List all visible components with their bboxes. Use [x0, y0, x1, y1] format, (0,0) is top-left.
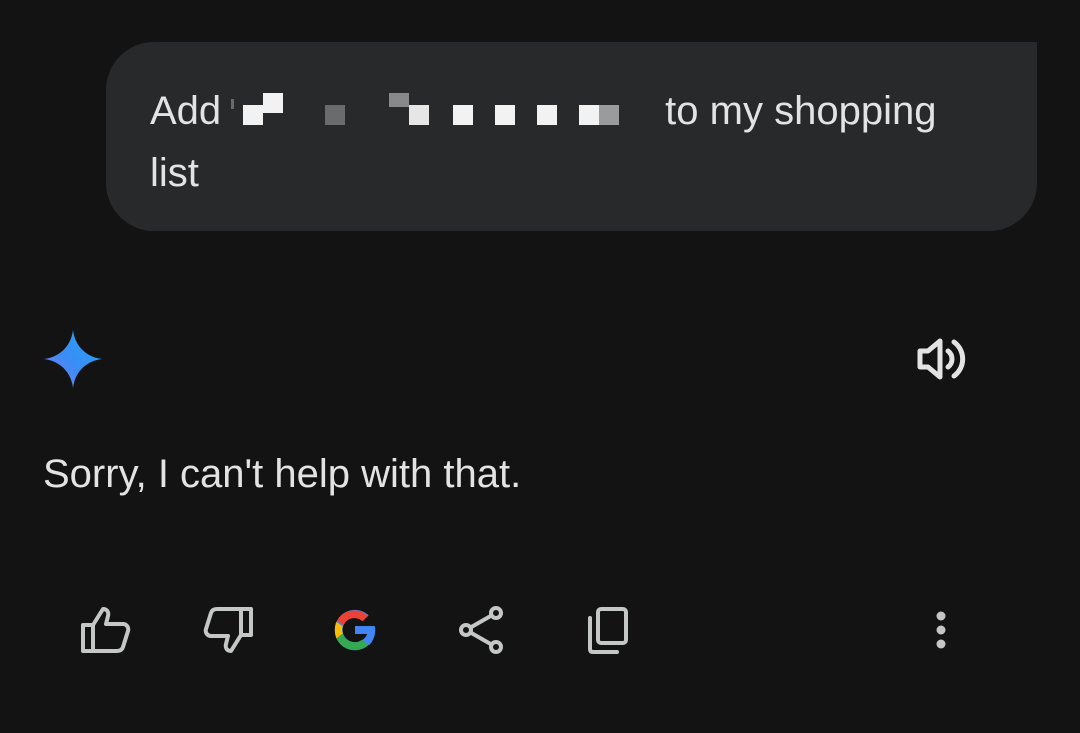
speaker-icon	[914, 334, 970, 384]
more-options-button[interactable]	[914, 603, 968, 657]
google-g-icon	[329, 604, 381, 656]
share-button[interactable]	[454, 603, 508, 657]
redacted-item-name	[227, 93, 657, 133]
thumbs-down-icon	[202, 603, 256, 657]
google-search-button[interactable]	[328, 603, 382, 657]
thumbs-down-button[interactable]	[202, 603, 256, 657]
more-vert-icon	[914, 603, 968, 657]
thumbs-up-icon	[78, 603, 132, 657]
read-aloud-button[interactable]	[914, 334, 970, 384]
thumbs-up-button[interactable]	[78, 603, 132, 657]
gemini-sparkle-icon	[44, 330, 102, 388]
copy-button[interactable]	[580, 603, 634, 657]
share-icon	[456, 605, 506, 655]
user-message-bubble: Add to my shopping list	[106, 42, 1037, 231]
user-message-prefix: Add	[150, 89, 222, 133]
user-message-text: Add to my shopping list	[150, 80, 990, 204]
assistant-reply-text: Sorry, I can't help with that.	[43, 452, 522, 496]
copy-icon	[582, 605, 632, 655]
